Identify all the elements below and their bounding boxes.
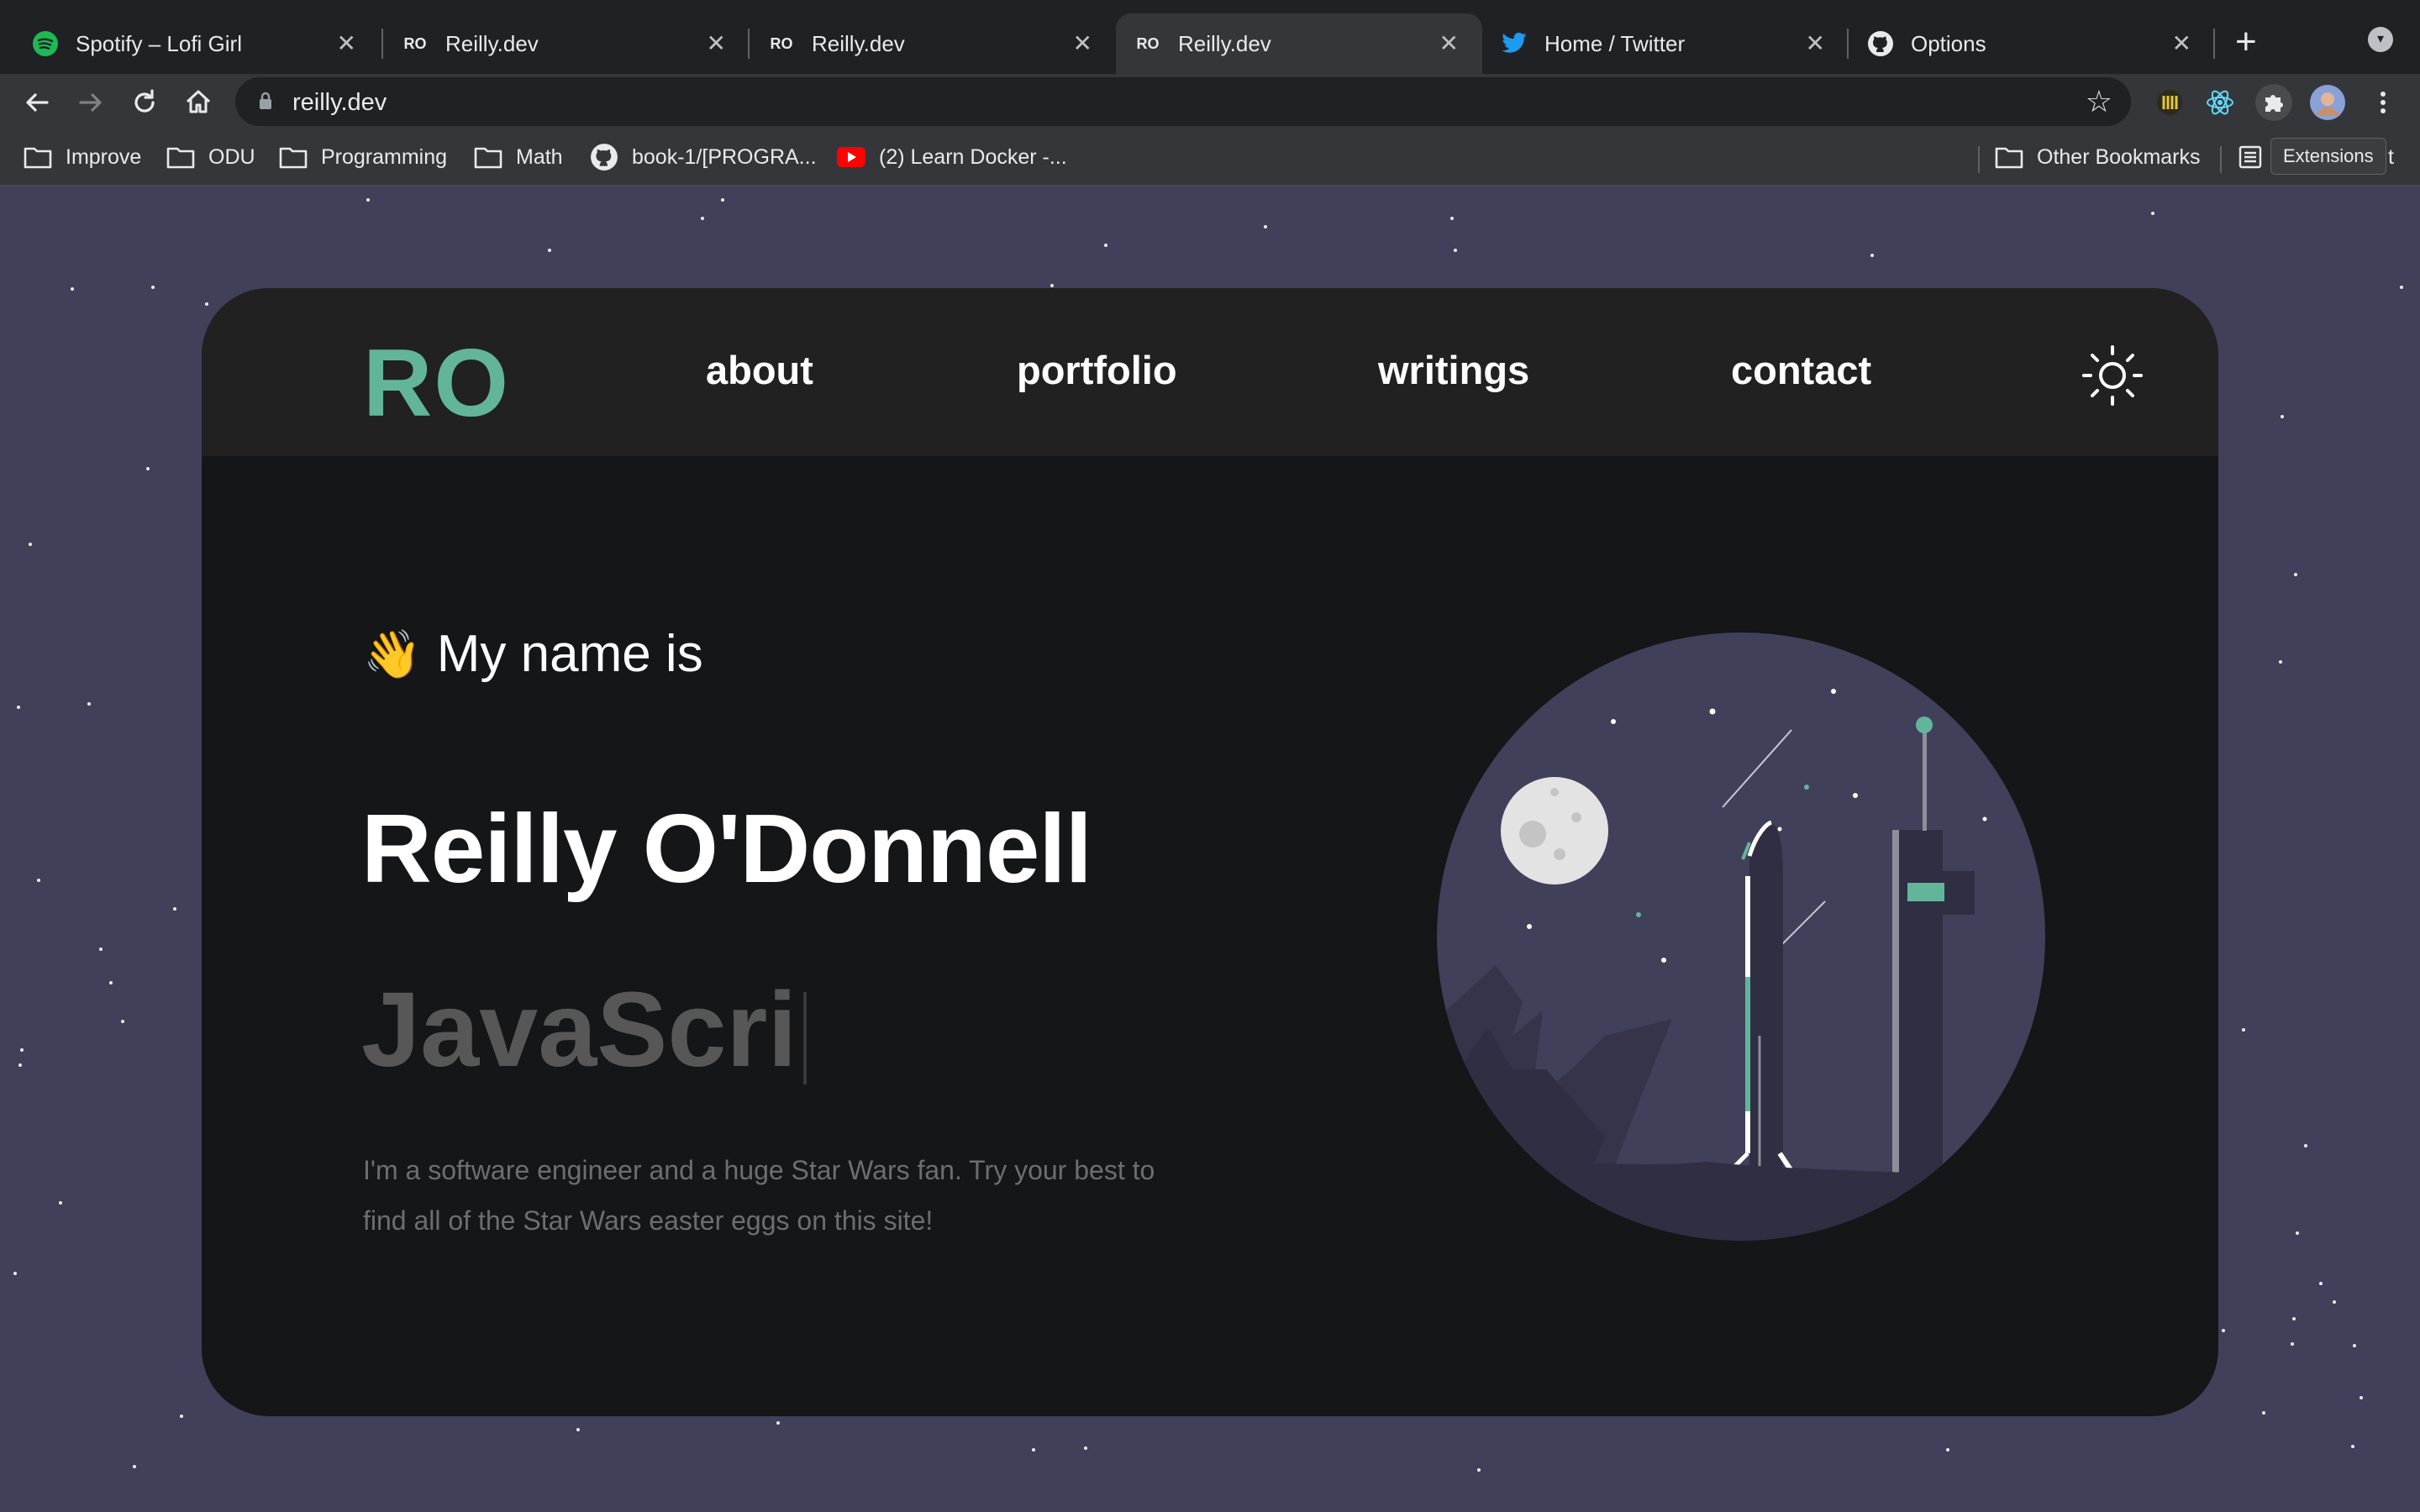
bookmark-book[interactable]: book-1/[PROGRA...: [590, 141, 817, 173]
hero-card: RO about portfolio writings contact 👋 My…: [202, 288, 2218, 1416]
bookmark-improve[interactable]: Improve: [24, 141, 141, 173]
typed-word: JavaScri: [361, 970, 797, 1089]
close-tab-icon[interactable]: ✕: [2172, 32, 2191, 55]
tab-reilly-2[interactable]: RO Reilly.dev ✕: [750, 13, 1116, 74]
rocket-launch-illustration: [1437, 633, 2045, 1241]
bookmarks-separator: [1978, 146, 1980, 173]
close-tab-icon[interactable]: ✕: [1439, 32, 1459, 55]
bookmark-label: Math: [516, 144, 563, 169]
bio-text: I'm a software engineer and a huge Star …: [363, 1155, 1155, 1236]
bookmarks-bar: Improve ODU Programming Math book-1/[PRO…: [0, 129, 2420, 186]
ro-icon: RO: [403, 34, 427, 52]
close-tab-icon[interactable]: ✕: [1806, 32, 1825, 55]
back-icon[interactable]: [18, 84, 55, 121]
tab-title: Reilly.dev: [445, 30, 539, 56]
close-tab-icon[interactable]: ✕: [1073, 32, 1092, 55]
bookmark-math[interactable]: Math: [474, 141, 563, 173]
folder-icon: [166, 145, 195, 169]
nav-contact[interactable]: contact: [1731, 347, 1871, 393]
bookmarks-separator: [2220, 146, 2222, 173]
tab-title: Reilly.dev: [812, 30, 905, 56]
folder-icon: [279, 145, 308, 169]
bookmark-label: (2) Learn Docker -...: [879, 144, 1067, 169]
greeting: 👋 My name is: [363, 624, 703, 684]
tab-reilly-1[interactable]: RO Reilly.dev ✕: [383, 13, 750, 74]
hero-name: Reilly O'Donnell: [361, 794, 1092, 903]
lock-icon[interactable]: [259, 92, 272, 109]
nav-portfolio[interactable]: portfolio: [1017, 347, 1177, 393]
browser-toolbar: reilly.dev ☆: [0, 74, 2420, 129]
ro-icon: RO: [770, 34, 793, 52]
close-tab-icon[interactable]: ✕: [337, 32, 356, 55]
typewriter-text: JavaScri: [361, 969, 808, 1090]
close-tab-icon[interactable]: ✕: [707, 32, 726, 55]
other-bookmarks[interactable]: Other Bookmarks: [1995, 141, 2201, 173]
folder-icon: [24, 145, 52, 169]
site-logo[interactable]: RO: [363, 328, 510, 438]
nav-writings[interactable]: writings: [1378, 347, 1529, 393]
other-bookmarks-label: Other Bookmarks: [2037, 144, 2201, 169]
forward-icon[interactable]: [72, 84, 109, 121]
home-icon[interactable]: [180, 84, 217, 121]
sun-icon[interactable]: [2081, 344, 2144, 407]
nav-about[interactable]: about: [706, 347, 813, 393]
bookmark-docker[interactable]: (2) Learn Docker -...: [837, 141, 1067, 173]
tab-bar: Spotify – Lofi Girl ✕ RO Reilly.dev ✕ RO…: [0, 0, 2420, 74]
reload-icon[interactable]: [126, 84, 163, 121]
react-devtools-icon[interactable]: [2202, 84, 2238, 121]
address-bar[interactable]: reilly.dev ☆: [235, 77, 2131, 126]
tooltip: Extensions: [2270, 138, 2386, 175]
youtube-icon: [837, 147, 865, 167]
tab-title: Spotify – Lofi Girl: [76, 30, 242, 56]
new-tab-button[interactable]: +: [2235, 17, 2257, 67]
bookmark-star-icon[interactable]: ☆: [2086, 84, 2112, 119]
tab-search-icon[interactable]: ▾: [2368, 27, 2393, 52]
twitter-icon: [1501, 30, 1528, 57]
browser-menu-icon[interactable]: [2365, 84, 2402, 121]
reading-list-label[interactable]: t: [2388, 141, 2394, 173]
typing-caret: [803, 991, 808, 1084]
extension-icon[interactable]: [2151, 84, 2188, 121]
extensions-puzzle-icon[interactable]: [2255, 84, 2292, 121]
bookmark-label: Programming: [321, 144, 448, 169]
bookmark-programming[interactable]: Programming: [279, 141, 447, 173]
greeting-text: My name is: [436, 625, 703, 683]
spotify-icon: [32, 30, 59, 57]
tab-title: Reilly.dev: [1178, 30, 1271, 56]
bookmark-label: book-1/[PROGRA...: [632, 144, 817, 169]
tab-title: Home / Twitter: [1544, 30, 1686, 56]
bookmark-label: Improve: [66, 144, 142, 169]
url-text[interactable]: reilly.dev: [292, 89, 387, 117]
tab-options[interactable]: Options ✕: [1849, 13, 2215, 74]
ro-icon: RO: [1136, 34, 1160, 52]
waving-hand-icon: 👋: [363, 627, 422, 680]
tab-twitter[interactable]: Home / Twitter ✕: [1482, 13, 1849, 74]
site-navbar: RO about portfolio writings contact: [202, 288, 2218, 456]
tab-spotify[interactable]: Spotify – Lofi Girl ✕: [13, 13, 380, 74]
bookmark-odu[interactable]: ODU: [166, 141, 255, 173]
avatar[interactable]: [2309, 84, 2346, 121]
folder-icon: [474, 145, 502, 169]
tab-title: Options: [1911, 30, 1986, 56]
github-icon: [590, 143, 618, 171]
github-icon: [1867, 30, 1894, 57]
folder-icon: [1995, 145, 2023, 169]
bookmark-label: ODU: [208, 144, 255, 169]
reading-list-icon: [2238, 145, 2262, 169]
tab-separator: [2213, 29, 2215, 59]
tab-reilly-active[interactable]: RO Reilly.dev ✕: [1116, 13, 1482, 74]
